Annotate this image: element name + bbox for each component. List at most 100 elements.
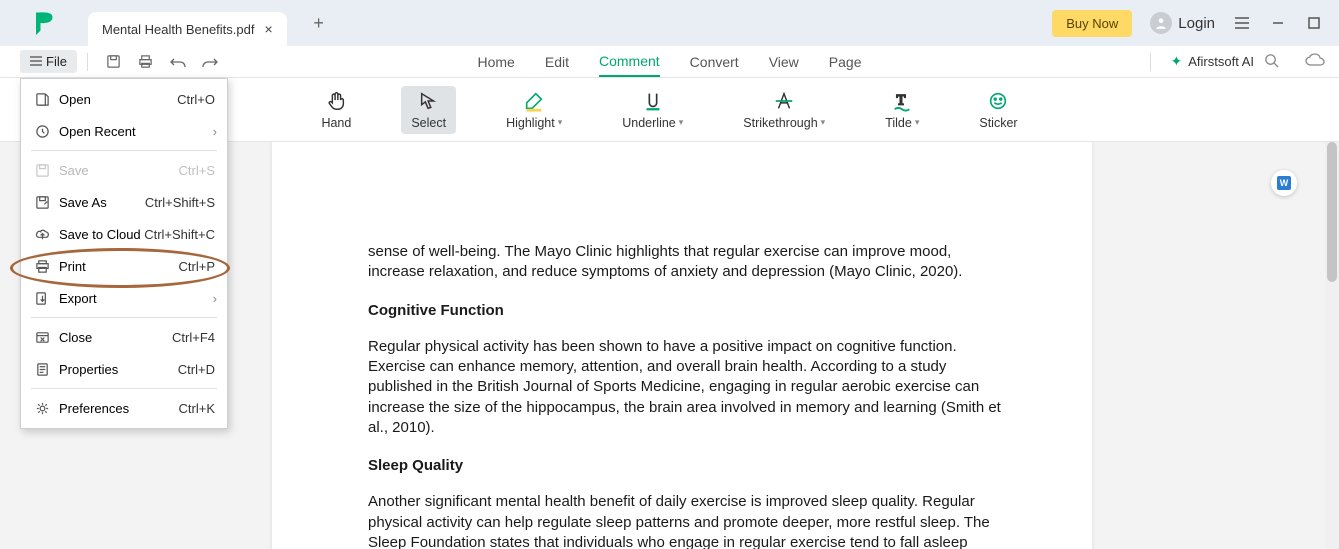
menu-item-label: Open xyxy=(59,92,177,107)
main-tab-edit[interactable]: Edit xyxy=(545,46,569,77)
app-logo xyxy=(30,8,60,38)
scrollbar-track[interactable] xyxy=(1325,142,1339,549)
login-label: Login xyxy=(1178,15,1215,32)
ai-label: Afirstsoft AI xyxy=(1188,54,1254,69)
menu-item-save-to-cloud[interactable]: Save to CloudCtrl+Shift+C xyxy=(21,218,227,250)
menu-item-close[interactable]: CloseCtrl+F4 xyxy=(21,321,227,353)
menu-item-open-recent[interactable]: Open Recent› xyxy=(21,115,227,147)
menu-item-label: Close xyxy=(59,330,172,345)
undo-icon[interactable] xyxy=(168,52,188,72)
menu-item-shortcut: Ctrl+O xyxy=(177,92,215,107)
titlebar-right: Buy Now Login xyxy=(1052,10,1323,37)
menurow-right: ✦ Afirstsoft AI xyxy=(1140,53,1279,71)
main-tab-comment[interactable]: Comment xyxy=(599,46,660,77)
menu-item-shortcut: Ctrl+K xyxy=(179,401,215,416)
main-tab-view[interactable]: View xyxy=(769,46,799,77)
separator xyxy=(1150,53,1151,71)
tool-tilde[interactable]: T Tilde▾ xyxy=(875,86,929,134)
body-paragraph: Regular physical activity has been shown… xyxy=(368,337,1012,438)
body-paragraph: sense of well-being. The Mayo Clinic hig… xyxy=(368,242,1012,283)
tool-select[interactable]: Select xyxy=(401,86,456,134)
minimize-icon[interactable] xyxy=(1269,14,1287,32)
menu-item-label: Properties xyxy=(59,362,178,377)
properties-icon xyxy=(33,360,51,378)
redo-icon[interactable] xyxy=(200,52,220,72)
maximize-icon[interactable] xyxy=(1305,14,1323,32)
document-tab[interactable]: Mental Health Benefits.pdf × xyxy=(88,12,287,46)
chevron-down-icon: ▾ xyxy=(821,117,826,128)
open-icon xyxy=(33,90,51,108)
hand-icon xyxy=(325,90,347,112)
menu-item-preferences[interactable]: PreferencesCtrl+K xyxy=(21,392,227,424)
section-heading: Sleep Quality xyxy=(368,456,1012,476)
menu-item-label: Export xyxy=(59,291,215,306)
print-quick-icon[interactable] xyxy=(136,52,156,72)
close-icon xyxy=(33,328,51,346)
file-menu-button[interactable]: File xyxy=(20,50,77,73)
tool-label: Hand xyxy=(321,116,351,130)
cloud-icon[interactable] xyxy=(1305,51,1325,72)
chevron-down-icon: ▾ xyxy=(679,117,684,128)
search-icon[interactable] xyxy=(1264,53,1279,71)
file-dropdown-menu: OpenCtrl+OOpen Recent›SaveCtrl+SSave AsC… xyxy=(20,78,228,429)
separator xyxy=(87,53,88,71)
tool-label: Select xyxy=(411,116,446,130)
menu-item-label: Preferences xyxy=(59,401,179,416)
save-quick-icon[interactable] xyxy=(104,52,124,72)
export-icon xyxy=(33,289,51,307)
login-button[interactable]: Login xyxy=(1150,12,1215,34)
underline-icon xyxy=(642,90,664,112)
tool-strikethrough[interactable]: Strikethrough ▾ xyxy=(733,86,835,134)
hamburger-icon xyxy=(30,54,42,69)
menu-item-shortcut: Ctrl+F4 xyxy=(172,330,215,345)
main-tab-convert[interactable]: Convert xyxy=(690,46,739,77)
body-paragraph: Another significant mental health benefi… xyxy=(368,492,1012,549)
file-label: File xyxy=(46,54,67,69)
save-to-cloud-icon xyxy=(33,225,51,243)
tool-label: Underline xyxy=(622,116,676,130)
tool-hand[interactable]: Hand xyxy=(311,86,361,134)
main-tab-page[interactable]: Page xyxy=(829,46,862,77)
tool-label: Strikethrough xyxy=(743,116,817,130)
main-tabs: Home Edit Comment Convert View Page xyxy=(478,46,862,77)
highlight-icon xyxy=(523,90,545,112)
ai-button[interactable]: ✦ Afirstsoft AI xyxy=(1171,53,1254,70)
new-tab-button[interactable]: + xyxy=(303,7,335,39)
strikethrough-icon xyxy=(773,90,795,112)
word-badge[interactable]: W xyxy=(1271,170,1297,196)
tool-label: Highlight xyxy=(506,116,555,130)
menu-item-label: Print xyxy=(59,259,179,274)
menu-item-label: Open Recent xyxy=(59,124,215,139)
menu-icon[interactable] xyxy=(1233,14,1251,32)
menu-item-open[interactable]: OpenCtrl+O xyxy=(21,83,227,115)
menu-item-save-as[interactable]: Save AsCtrl+Shift+S xyxy=(21,186,227,218)
sticker-icon xyxy=(987,90,1009,112)
menu-item-shortcut: Ctrl+D xyxy=(178,362,215,377)
chevron-down-icon: ▾ xyxy=(915,117,920,128)
svg-text:T: T xyxy=(897,92,906,108)
tab-close-icon[interactable]: × xyxy=(264,21,272,37)
menu-item-properties[interactable]: PropertiesCtrl+D xyxy=(21,353,227,385)
main-tab-home[interactable]: Home xyxy=(478,46,515,77)
tool-highlight[interactable]: Highlight▾ xyxy=(496,86,572,134)
tool-underline[interactable]: Underline▾ xyxy=(612,86,693,134)
menu-divider xyxy=(31,388,217,389)
buy-now-button[interactable]: Buy Now xyxy=(1052,10,1132,37)
tool-label: Sticker xyxy=(979,116,1017,130)
section-heading: Cognitive Function xyxy=(368,301,1012,321)
menu-item-print[interactable]: PrintCtrl+P xyxy=(21,250,227,282)
menu-row: File Home Edit Comment Convert View Page ✦ Af… xyxy=(0,46,1339,78)
tool-label: Tilde xyxy=(885,116,912,130)
menu-divider xyxy=(31,150,217,151)
menu-item-shortcut: Ctrl+Shift+C xyxy=(144,227,215,242)
chevron-down-icon: ▾ xyxy=(558,117,563,128)
menu-item-save: SaveCtrl+S xyxy=(21,154,227,186)
save-as-icon xyxy=(33,193,51,211)
menu-item-label: Save xyxy=(59,163,179,178)
pdf-page[interactable]: sense of well-being. The Mayo Clinic hig… xyxy=(272,142,1092,549)
menu-item-export[interactable]: Export› xyxy=(21,282,227,314)
scrollbar-thumb[interactable] xyxy=(1327,142,1337,282)
print-icon xyxy=(33,257,51,275)
tool-sticker[interactable]: Sticker xyxy=(969,86,1027,134)
tab-title: Mental Health Benefits.pdf xyxy=(102,22,254,37)
